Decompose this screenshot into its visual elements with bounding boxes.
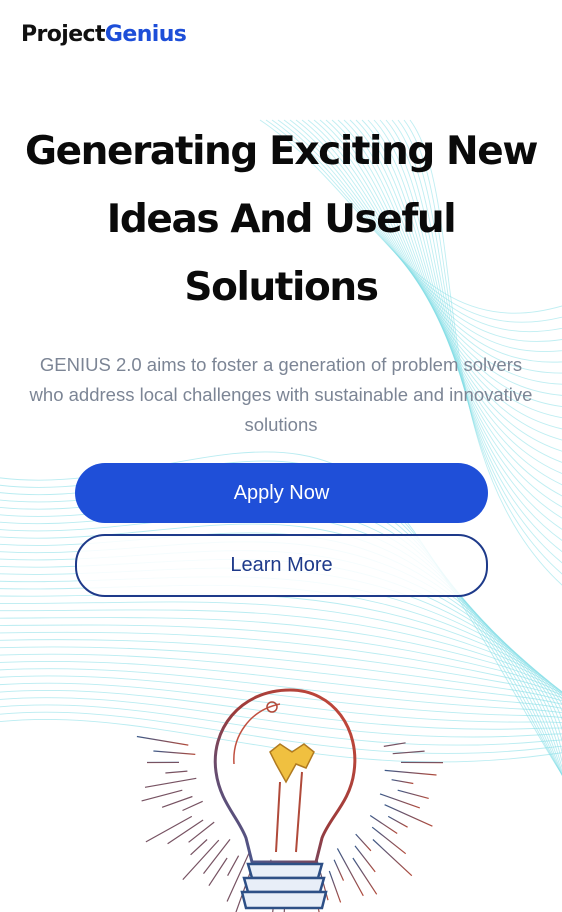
landing-page: ProjectGenius Generating Exciting New Id… [0, 0, 562, 912]
bulb-ray [136, 735, 189, 746]
hero-title: Generating Exciting New Ideas And Useful… [25, 129, 538, 310]
bulb-ray [203, 839, 231, 874]
hero-section: Generating Exciting New Ideas And Useful… [0, 118, 562, 440]
apply-now-button[interactable]: Apply Now [75, 463, 488, 523]
bulb-ray [153, 750, 196, 755]
bulb-ray [227, 855, 240, 876]
bulb-ray [372, 839, 413, 877]
bulb-ray [145, 815, 193, 843]
bulb-ray [161, 795, 193, 808]
bulb-ray [336, 848, 364, 897]
bulb-ray [384, 769, 437, 776]
bulb-ray [383, 742, 406, 747]
bulb-ray [144, 777, 197, 788]
bulb-ray [328, 870, 342, 903]
bulb-ray [182, 800, 203, 812]
hero-subtitle: GENIUS 2.0 aims to foster a generation o… [29, 354, 533, 435]
bulb-ray [355, 833, 372, 852]
bulb-ray [387, 815, 408, 828]
bulb-ray [384, 804, 433, 827]
bulb-ray [165, 770, 188, 774]
bulb-ray [391, 779, 414, 785]
bulb-ray [371, 826, 407, 855]
bulb-ray [352, 857, 378, 895]
bulb-ray [141, 789, 183, 802]
bulb-ray [369, 815, 398, 834]
bulb-ray [392, 750, 425, 755]
bulb-ray [397, 789, 429, 799]
logo-text-project: Project [21, 22, 106, 47]
bulb-ray [354, 845, 376, 873]
light-bulb-icon [136, 688, 444, 912]
bulb-ray [333, 859, 345, 881]
logo-text-genius: Genius [104, 22, 187, 47]
bulb-ray [167, 819, 204, 845]
bulb-ray [188, 821, 215, 843]
logo[interactable]: ProjectGenius [21, 20, 187, 50]
bulb-ray [190, 839, 208, 856]
learn-more-button[interactable]: Learn More [75, 534, 488, 597]
